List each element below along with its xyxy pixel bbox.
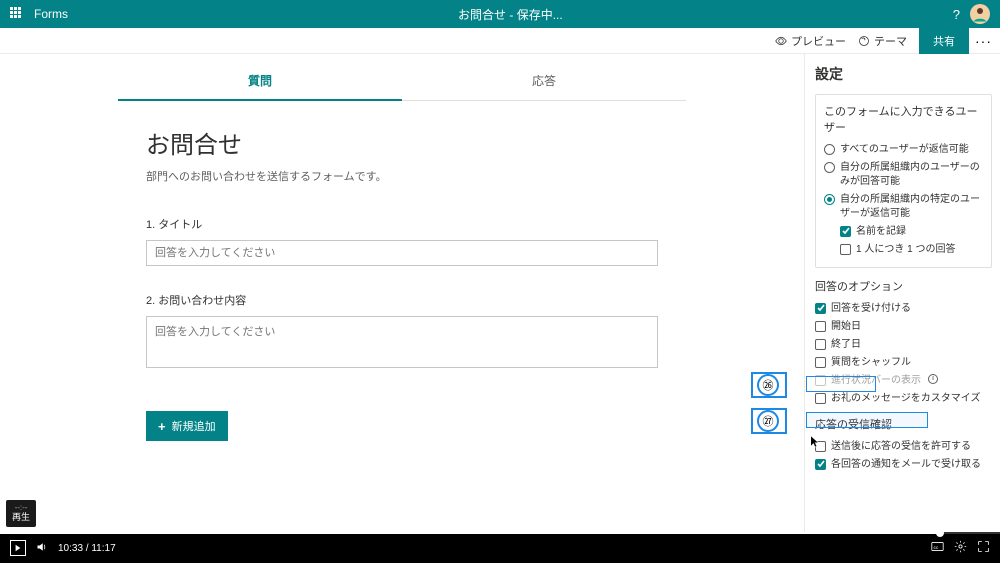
radio-icon — [824, 144, 835, 155]
checkbox-icon — [815, 357, 826, 368]
form-card: 質問 応答 お問合せ 部門へのお問い合わせを送信するフォームです。 1. タイト… — [118, 62, 686, 533]
question-2-label: 2. お問い合わせ内容 — [146, 292, 658, 308]
shuffle-label: 質問をシャッフル — [831, 356, 911, 370]
settings-title: 設定 — [815, 64, 992, 84]
checkbox-icon — [815, 459, 826, 470]
add-question-label: 新規追加 — [172, 418, 216, 434]
form-title-status: お問合せ - 保存中... — [68, 6, 953, 23]
palette-icon — [858, 35, 870, 47]
tab-questions[interactable]: 質問 — [118, 62, 402, 101]
app-name[interactable]: Forms — [34, 7, 68, 21]
checkbox-icon — [815, 393, 826, 404]
form-description[interactable]: 部門へのお問い合わせを送信するフォームです。 — [146, 168, 658, 184]
check-thank-you[interactable]: お礼のメッセージをカスタマイズ — [815, 390, 992, 408]
checkbox-icon — [815, 303, 826, 314]
checkbox-icon — [815, 321, 826, 332]
checkbox-icon — [815, 375, 826, 386]
preview-label: プレビュー — [791, 33, 846, 49]
checkbox-icon — [815, 441, 826, 452]
end-date-label: 終了日 — [831, 338, 861, 352]
help-icon[interactable]: ? — [953, 7, 960, 22]
replay-badge: --:-- 再生 — [6, 500, 36, 527]
callout-26-number: ㉖ — [757, 374, 779, 396]
page-title[interactable]: お問合せ — [146, 125, 658, 160]
radio-anyone-label: すべてのユーザーが返信可能 — [840, 143, 969, 157]
avatar[interactable] — [970, 4, 990, 24]
check-progress: 進行状況バーの表示 i — [815, 372, 992, 390]
check-one-response[interactable]: 1 人につき 1 つの回答 — [824, 241, 983, 259]
main-canvas: 質問 応答 お問合せ 部門へのお問い合わせを送信するフォームです。 1. タイト… — [0, 54, 804, 533]
volume-icon[interactable] — [36, 541, 48, 556]
callout-27-number: ㉗ — [757, 410, 779, 432]
accept-label: 回答を受け付ける — [831, 302, 911, 316]
who-can-fill-title: このフォームに入力できるユーザー — [824, 103, 983, 135]
response-options-title: 回答のオプション — [815, 278, 992, 294]
radio-icon — [824, 162, 835, 173]
theme-button[interactable]: テーマ — [858, 33, 907, 49]
preview-button[interactable]: プレビュー — [775, 33, 846, 49]
radio-icon — [824, 194, 835, 205]
cc-icon[interactable]: cc — [931, 540, 944, 556]
info-icon[interactable]: i — [928, 374, 938, 384]
radio-specific[interactable]: 自分の所属組織内の特定のユーザーが返信可能 — [824, 191, 983, 223]
question-2: 2. お問い合わせ内容 — [146, 292, 658, 373]
svg-text:cc: cc — [933, 546, 938, 551]
question-1-label: 1. タイトル — [146, 216, 658, 232]
progress-label: 進行状況バーの表示 — [831, 374, 921, 388]
record-name-label: 名前を記録 — [856, 225, 906, 239]
radio-org-label: 自分の所属組織内のユーザーのみが回答可能 — [840, 161, 983, 189]
radio-anyone[interactable]: すべてのユーザーが返信可能 — [824, 141, 983, 159]
allow-receipt-label: 送信後に応答の受信を許可する — [831, 440, 971, 454]
check-accept[interactable]: 回答を受け付ける — [815, 300, 992, 318]
app-header: Forms お問合せ - 保存中... ? — [0, 0, 1000, 28]
callout-26: ㉖ — [751, 372, 787, 398]
radio-org[interactable]: 自分の所属組織内のユーザーのみが回答可能 — [824, 159, 983, 191]
video-control-bar: 10:33 / 11:17 cc — [0, 533, 1000, 563]
checkbox-icon — [840, 226, 851, 237]
waffle-icon[interactable] — [10, 7, 24, 21]
settings-gear-icon[interactable] — [954, 540, 967, 556]
seek-handle-icon[interactable] — [936, 529, 944, 537]
plus-icon: + — [158, 419, 166, 434]
checkbox-icon — [840, 244, 851, 255]
more-button[interactable]: ··· — [975, 33, 992, 49]
add-question-button[interactable]: + 新規追加 — [146, 411, 228, 441]
question-1: 1. タイトル — [146, 216, 658, 266]
question-2-input[interactable] — [146, 316, 658, 368]
check-email-each[interactable]: 各回答の通知をメールで受け取る — [815, 456, 992, 474]
check-shuffle[interactable]: 質問をシャッフル — [815, 354, 992, 372]
share-button[interactable]: 共有 — [919, 28, 969, 54]
action-bar: プレビュー テーマ 共有 ··· — [0, 28, 1000, 54]
theme-label: テーマ — [874, 33, 907, 49]
settings-pane: 設定 このフォームに入力できるユーザー すべてのユーザーが返信可能 自分の所属組… — [804, 54, 1000, 533]
section-response-options: 回答のオプション 回答を受け付ける 開始日 終了日 質問をシャッフル — [815, 276, 992, 476]
thank-you-label: お礼のメッセージをカスタマイズ — [831, 392, 981, 406]
start-date-label: 開始日 — [831, 320, 861, 334]
eye-icon — [775, 35, 787, 47]
section-who-can-fill: このフォームに入力できるユーザー すべてのユーザーが返信可能 自分の所属組織内の… — [815, 94, 992, 268]
one-response-label: 1 人につき 1 つの回答 — [856, 243, 955, 257]
check-start-date[interactable]: 開始日 — [815, 318, 992, 336]
question-1-input[interactable] — [146, 240, 658, 266]
checkbox-icon — [815, 339, 826, 350]
callout-27: ㉗ — [751, 408, 787, 434]
radio-specific-label: 自分の所属組織内の特定のユーザーが返信可能 — [840, 193, 983, 221]
receipt-section-title: 応答の受信確認 — [815, 416, 992, 432]
check-record-name[interactable]: 名前を記録 — [824, 223, 983, 241]
email-each-label: 各回答の通知をメールで受け取る — [831, 458, 981, 472]
seek-bar[interactable] — [0, 532, 1000, 534]
play-button[interactable] — [10, 540, 26, 556]
time-display: 10:33 / 11:17 — [58, 543, 116, 554]
fullscreen-icon[interactable] — [977, 540, 990, 556]
check-allow-receipt[interactable]: 送信後に応答の受信を許可する — [815, 438, 992, 456]
check-end-date[interactable]: 終了日 — [815, 336, 992, 354]
tab-responses[interactable]: 応答 — [402, 62, 686, 101]
